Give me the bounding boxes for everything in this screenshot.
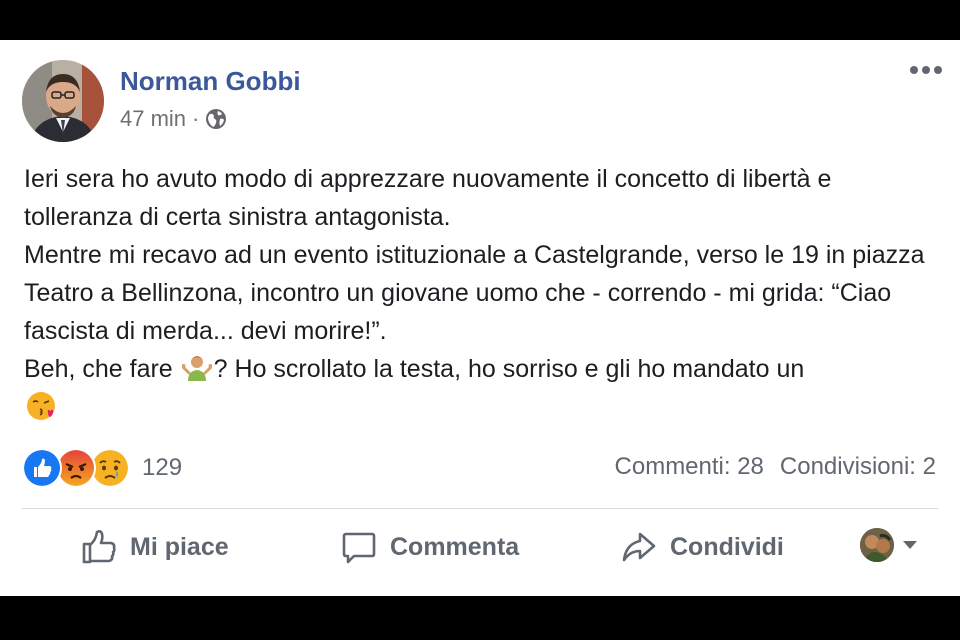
sad-reaction-icon xyxy=(90,448,130,488)
share-button-label: Condividi xyxy=(670,532,784,561)
shares-count-link[interactable]: Condivisioni: 2 xyxy=(780,453,936,481)
comment-bubble-icon xyxy=(342,532,376,564)
post-actions-bar: Mi piace Commenta Condividi xyxy=(0,528,960,574)
like-button[interactable]: Mi piace xyxy=(80,528,229,566)
angry-reaction-icon xyxy=(56,448,96,488)
engagement-counts: Commenti: 28 Condivisioni: 2 xyxy=(615,453,936,481)
post-text: Ieri sera ho avuto modo di apprezzare nu… xyxy=(24,160,939,426)
more-options-button[interactable] xyxy=(910,66,942,74)
comment-button[interactable]: Commenta xyxy=(340,528,519,566)
post-text-fragment: Beh, che fare xyxy=(24,355,173,383)
caret-down-icon xyxy=(903,541,917,549)
like-button-label: Mi piace xyxy=(130,532,229,561)
comment-button-label: Commenta xyxy=(390,532,520,561)
react-as-selector[interactable] xyxy=(860,528,918,562)
post-paragraph: Ieri sera ho avuto modo di apprezzare nu… xyxy=(24,165,832,231)
more-dot-icon xyxy=(910,66,918,74)
share-button[interactable]: Condividi xyxy=(620,528,784,566)
like-reaction-icon xyxy=(22,448,62,488)
reactions-summary[interactable]: 129 xyxy=(22,448,182,488)
reaction-count[interactable]: 129 xyxy=(142,454,182,482)
meta-separator: · xyxy=(192,106,200,131)
more-dot-icon xyxy=(922,66,930,74)
comments-count-link[interactable]: Commenti: 28 xyxy=(615,453,764,481)
share-arrow-icon xyxy=(622,532,656,562)
shrug-emoji-icon xyxy=(181,356,212,381)
author-avatar[interactable] xyxy=(22,60,104,142)
post-paragraph: Mentre mi recavo ad un evento istituzion… xyxy=(24,241,925,345)
kiss-emoji-icon xyxy=(27,392,55,420)
divider xyxy=(22,508,938,509)
author-name[interactable]: Norman Gobbi xyxy=(120,66,301,97)
current-user-avatar xyxy=(860,528,894,562)
globe-icon[interactable] xyxy=(205,108,227,130)
thumbs-up-icon xyxy=(82,530,116,564)
post-text-fragment: ? Ho scrollato la testa, ho sorriso e gl… xyxy=(213,355,805,383)
more-dot-icon xyxy=(934,66,942,74)
post-meta: 47 min · xyxy=(120,106,227,132)
facebook-post: Norman Gobbi 47 min · Ieri sera ho avuto… xyxy=(0,40,960,596)
post-paragraph-last: Beh, che fare ? Ho scrollato la testa, h… xyxy=(24,350,939,426)
post-time[interactable]: 47 min xyxy=(120,106,186,132)
